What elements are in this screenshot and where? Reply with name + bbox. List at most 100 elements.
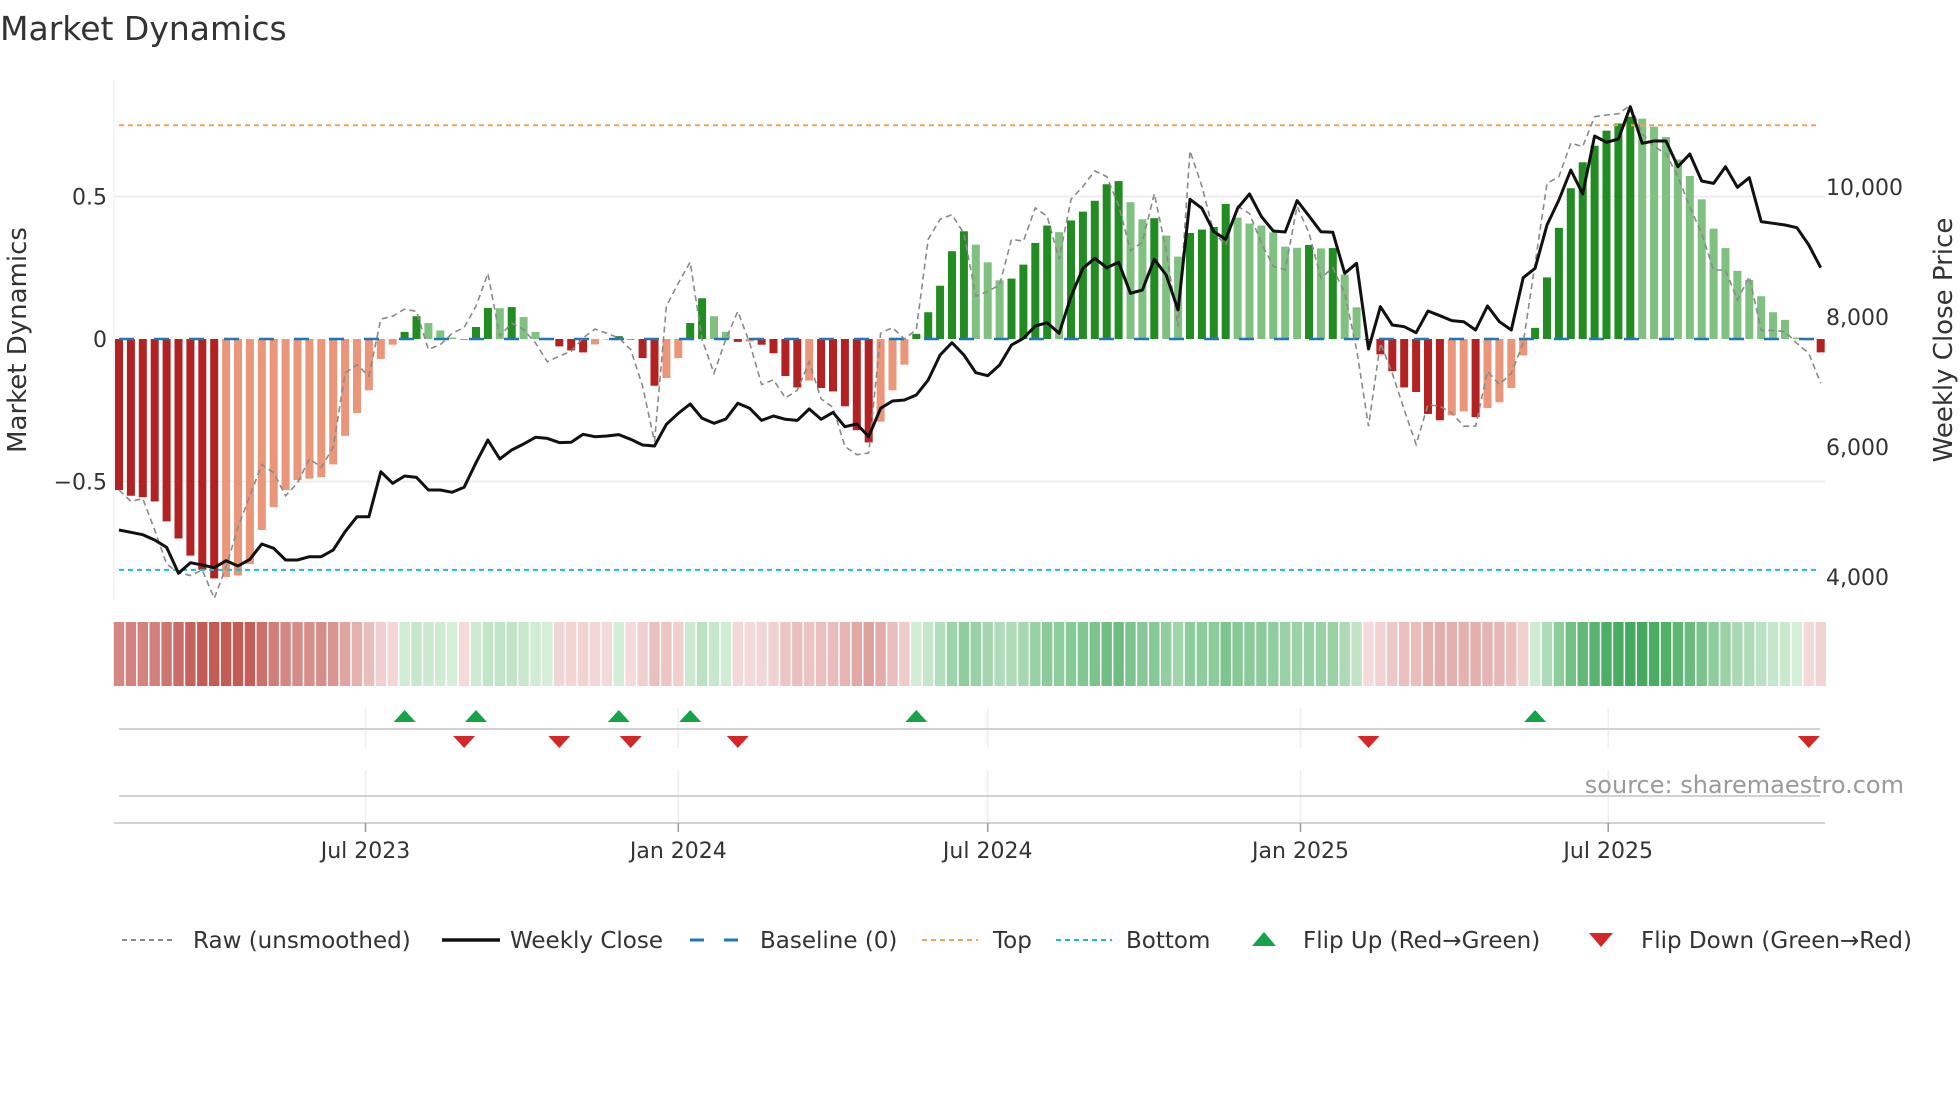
heat-strip-cell <box>161 622 172 686</box>
legend-item-top: Top <box>922 928 1032 954</box>
histogram-bar <box>138 339 147 498</box>
heat-strip-cell <box>387 622 398 686</box>
legend: Raw (unsmoothed) Weekly Close Baseline (0)… <box>122 928 1912 954</box>
histogram-bar <box>1067 220 1075 339</box>
histogram-bar <box>674 339 683 359</box>
heat-strip-cell <box>1042 622 1053 686</box>
heat-strip-cell <box>1720 622 1731 686</box>
histogram-bar <box>1733 270 1742 339</box>
heat-strip-cell <box>1137 622 1148 686</box>
histogram-bar <box>257 339 266 530</box>
heat-strip-cell <box>494 622 505 686</box>
y2-tick-label: 4,000 <box>1826 566 1889 591</box>
heat-strip-cell <box>1410 622 1422 686</box>
heat-strip-cell <box>649 622 660 686</box>
histogram-bar <box>650 339 659 386</box>
histogram-bar <box>1638 118 1647 339</box>
histogram-bar <box>150 339 159 502</box>
heat-strip-cell <box>1708 622 1719 686</box>
heat-strip-cell <box>185 622 196 686</box>
flip-down-triangle-icon <box>453 736 476 748</box>
heat-strip-cell <box>363 622 375 686</box>
heat-strip-cell <box>1327 622 1338 686</box>
heat-strip-cell <box>1089 622 1100 686</box>
heat-strip-cell <box>911 622 922 686</box>
left-axis-ticks: 0.5 0 −0.5 <box>54 186 107 496</box>
heat-strip-cell <box>1541 622 1553 686</box>
source-label: source: sharemaestro.com <box>1585 771 1904 799</box>
x-tick-label: Jan 2024 <box>628 839 727 864</box>
histogram-bar <box>1233 217 1242 339</box>
histogram-bar <box>174 339 183 539</box>
flip-up-triangle-icon <box>393 710 416 722</box>
right-axis-title: Weekly Close Price <box>1929 218 1959 463</box>
heat-strip-cell <box>1303 622 1315 686</box>
heat-strip-cell <box>1280 622 1291 686</box>
histogram-bar <box>222 339 231 577</box>
heat-strip-cell <box>1589 622 1600 686</box>
histogram-bar <box>1126 202 1135 339</box>
histogram-bar <box>1459 339 1468 412</box>
heat-strip-cell <box>625 622 636 686</box>
histogram-bar <box>305 339 314 479</box>
flip-up-triangle-icon <box>1252 932 1276 946</box>
histogram-bar <box>424 323 433 339</box>
histogram-bar <box>1019 264 1028 339</box>
heat-strip-cell <box>1577 622 1588 686</box>
heat-strip-cell <box>1077 622 1089 686</box>
heat-strip-cell <box>1625 622 1636 686</box>
heat-strip-cell <box>1601 622 1612 686</box>
legend-item-bottom: Bottom <box>1056 928 1210 954</box>
heat-strip-cell <box>815 622 827 686</box>
histogram-bar <box>460 339 469 340</box>
heat-strip-cell <box>887 622 898 686</box>
histogram-bar <box>638 339 647 359</box>
x-axis-ticks: Jul 2023 Jan 2024 Jul 2024 Jan 2025 Jul 2025 <box>319 823 1653 864</box>
x-tick-label: Jul 2025 <box>1561 839 1653 864</box>
heat-strip-cell <box>780 622 791 686</box>
histogram-bar <box>1221 203 1230 339</box>
histogram-bar <box>436 330 445 339</box>
x-tick-label: Jul 2024 <box>941 839 1033 864</box>
heat-strip-cell <box>1125 622 1136 686</box>
histogram-bar <box>1543 277 1551 339</box>
heat-strip-cell <box>232 622 244 686</box>
heat-strip-cell <box>792 622 803 686</box>
heat-strip-cell <box>994 622 1005 686</box>
heat-strip-cell <box>1779 622 1791 686</box>
histogram-bar <box>483 307 492 339</box>
histogram-bar <box>1412 339 1421 393</box>
heat-strip-cell <box>732 622 743 686</box>
histogram-bar <box>162 339 171 522</box>
heat-strip-cell <box>554 622 565 686</box>
histogram-bar <box>1590 145 1599 339</box>
heat-strip-cell <box>1149 622 1160 686</box>
heat-strip-cell <box>661 622 672 686</box>
legend-item-flip-down: Flip Down (Green→Red) <box>1589 928 1912 954</box>
left-axis-title: Market Dynamics <box>3 227 33 453</box>
heat-strip-cell <box>280 622 291 686</box>
histogram-bar <box>900 339 909 365</box>
y-tick-label: −0.5 <box>54 471 107 496</box>
histogram-bar <box>948 251 956 339</box>
heat-strip-cell <box>744 622 755 686</box>
heat-strip-cell <box>209 622 220 686</box>
heat-strip-cell <box>827 622 839 686</box>
heat-strip-cell <box>1506 622 1517 686</box>
legend-label: Flip Up (Red→Green) <box>1303 928 1540 954</box>
heat-strip-cell <box>542 622 553 686</box>
heat-strip-cell <box>1744 622 1755 686</box>
heat-strip-cell <box>613 622 624 686</box>
heat-strip-cell <box>470 622 482 686</box>
histogram-bar <box>531 331 540 339</box>
heat-strip-cell <box>1208 622 1219 686</box>
histogram-bar <box>1007 278 1016 339</box>
heat-strip-cell <box>1482 622 1493 686</box>
heat-strip-cell <box>328 622 339 686</box>
histogram-bar <box>1471 339 1480 418</box>
heat-strip-cell <box>220 622 232 686</box>
histogram-bar <box>852 339 861 431</box>
histogram-bar <box>912 333 921 339</box>
heat-strip-cell <box>1256 622 1267 686</box>
x-tick-label: Jan 2025 <box>1250 839 1349 864</box>
